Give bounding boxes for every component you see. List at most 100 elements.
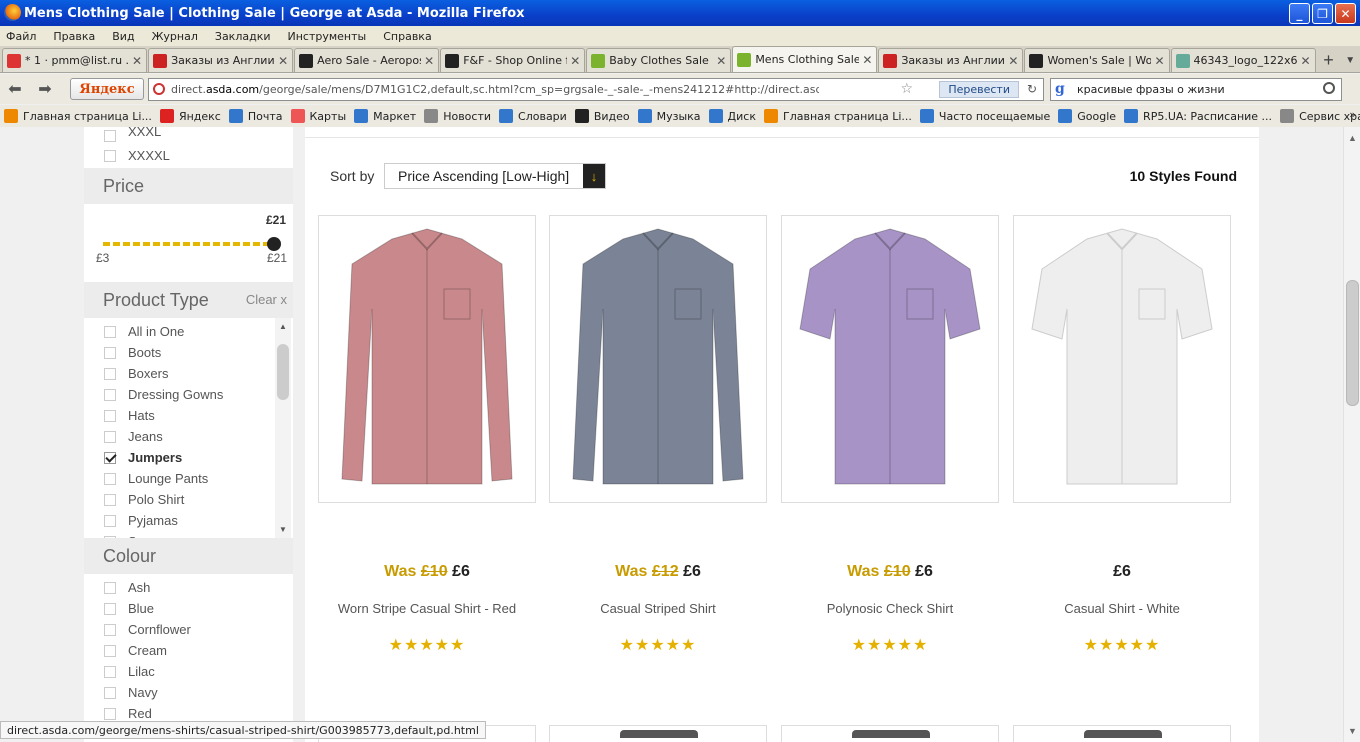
- yandex-button[interactable]: Яндекс: [70, 78, 144, 100]
- close-tab-icon[interactable]: ✕: [1301, 54, 1311, 68]
- scroll-up-icon[interactable]: ▲: [1348, 133, 1357, 143]
- product-image-frame[interactable]: [781, 215, 999, 503]
- back-button[interactable]: ⬅: [0, 77, 30, 101]
- product-type-option[interactable]: Jeans: [84, 426, 293, 447]
- translate-button[interactable]: Перевести: [939, 80, 1019, 98]
- close-tab-icon[interactable]: ✕: [132, 54, 142, 68]
- close-tab-icon[interactable]: ✕: [862, 53, 872, 67]
- checkbox[interactable]: [104, 130, 116, 142]
- checkbox[interactable]: [104, 493, 116, 506]
- bookmark-item[interactable]: Музыка: [637, 109, 701, 123]
- product-image-frame[interactable]: [318, 215, 536, 503]
- bookmark-item[interactable]: Главная страница Li...: [763, 109, 912, 123]
- reload-icon[interactable]: ↻: [1027, 82, 1037, 96]
- page-scrollbar[interactable]: ▲ ▼: [1343, 127, 1360, 742]
- product-type-option[interactable]: Jumpers: [84, 447, 293, 468]
- colour-option[interactable]: Ash: [84, 577, 293, 598]
- product-card-next-row[interactable]: [781, 725, 999, 742]
- product-card-next-row[interactable]: [1013, 725, 1231, 742]
- product-card[interactable]: Was £10 £6 Polynosic Check Shirt ★★★★★: [781, 215, 999, 654]
- search-icon[interactable]: [1323, 81, 1335, 94]
- colour-option[interactable]: Navy: [84, 682, 293, 703]
- tab-1[interactable]: Заказы из Англии... ✕: [148, 48, 294, 72]
- url-bar[interactable]: direct. asda.com/george/sale/mens/D7M1G1C…: [148, 77, 1044, 101]
- checkbox[interactable]: [104, 623, 116, 636]
- scroll-down-icon[interactable]: ▼: [1348, 726, 1357, 736]
- price-slider-handle[interactable]: [267, 237, 281, 251]
- scroll-thumb[interactable]: [277, 344, 289, 400]
- close-window-button[interactable]: ✕: [1335, 3, 1356, 24]
- close-tab-icon[interactable]: ✕: [1154, 54, 1164, 68]
- bookmark-item[interactable]: RP5.UA: Расписание ...: [1124, 109, 1272, 123]
- maximize-button[interactable]: ❐: [1312, 3, 1333, 24]
- product-type-option[interactable]: Scarves: [84, 531, 293, 538]
- colour-option[interactable]: Lilac: [84, 661, 293, 682]
- forward-button[interactable]: ➡: [30, 77, 60, 101]
- tab-8[interactable]: 46343_logo_122x6... ✕: [1170, 48, 1316, 72]
- menu-history[interactable]: Журнал: [152, 30, 198, 43]
- bookmark-item[interactable]: Диск: [708, 109, 756, 123]
- menu-file[interactable]: Файл: [6, 30, 36, 43]
- product-name[interactable]: Casual Striped Shirt: [549, 601, 767, 616]
- bookmark-item[interactable]: Google: [1058, 109, 1116, 123]
- product-type-option[interactable]: Polo Shirt: [84, 489, 293, 510]
- checkbox[interactable]: [104, 409, 116, 422]
- checkbox[interactable]: [104, 388, 116, 401]
- menu-edit[interactable]: Правка: [53, 30, 95, 43]
- bookmark-item[interactable]: Словари: [499, 109, 567, 123]
- checkbox[interactable]: [104, 581, 116, 594]
- close-tab-icon[interactable]: ✕: [570, 54, 580, 68]
- colour-option[interactable]: Cornflower: [84, 619, 293, 640]
- tab-7[interactable]: Women's Sale | Wo... ✕: [1024, 48, 1170, 72]
- menu-tools[interactable]: Инструменты: [288, 30, 367, 43]
- checkbox[interactable]: [104, 472, 116, 485]
- bookmark-item[interactable]: Почта: [228, 109, 283, 123]
- product-image[interactable]: [1027, 219, 1217, 499]
- bookmark-item[interactable]: Главная страница Li...: [4, 109, 152, 123]
- clear-product-type-button[interactable]: Clear x: [246, 292, 287, 307]
- checkbox[interactable]: [104, 367, 116, 380]
- menu-bookmarks[interactable]: Закладки: [215, 30, 271, 43]
- close-tab-icon[interactable]: ✕: [1008, 54, 1018, 68]
- product-card[interactable]: Was £12 £6 Casual Striped Shirt ★★★★★: [549, 215, 767, 654]
- checkbox[interactable]: [104, 346, 116, 359]
- product-type-option[interactable]: All in One: [84, 321, 293, 342]
- scroll-thumb[interactable]: [1346, 280, 1359, 406]
- checkbox[interactable]: [104, 514, 116, 527]
- product-name[interactable]: Polynosic Check Shirt: [781, 601, 999, 616]
- checkbox[interactable]: [104, 707, 116, 720]
- product-type-option[interactable]: Hats: [84, 405, 293, 426]
- close-tab-icon[interactable]: ✕: [278, 54, 288, 68]
- bookmark-star-icon[interactable]: ☆: [900, 81, 913, 97]
- checkbox[interactable]: [104, 325, 116, 338]
- bookmark-item[interactable]: Маркет: [354, 109, 416, 123]
- product-image[interactable]: [795, 219, 985, 499]
- size-option[interactable]: XXXL: [84, 127, 293, 145]
- tab-3[interactable]: F&F - Shop Online f...✕: [440, 48, 586, 72]
- tab-list-arrow-icon[interactable]: ▼: [1340, 48, 1360, 72]
- product-image-frame[interactable]: [1013, 215, 1231, 503]
- price-slider[interactable]: £21 £3 £21: [84, 204, 293, 282]
- tab-5[interactable]: Mens Clothing Sale ...✕: [732, 46, 878, 72]
- minimize-button[interactable]: _: [1289, 3, 1310, 24]
- checkbox[interactable]: [104, 451, 116, 464]
- product-type-option[interactable]: Boxers: [84, 363, 293, 384]
- menu-view[interactable]: Вид: [112, 30, 134, 43]
- bookmark-item[interactable]: Часто посещаемые: [919, 109, 1050, 123]
- google-icon[interactable]: g: [1055, 81, 1071, 97]
- close-tab-icon[interactable]: ✕: [716, 54, 726, 68]
- bookmarks-more-button[interactable]: »: [1349, 108, 1356, 121]
- bookmark-item[interactable]: Новости: [424, 109, 491, 123]
- checkbox[interactable]: [104, 149, 116, 162]
- scroll-up-icon[interactable]: ▲: [278, 322, 288, 331]
- product-type-option[interactable]: Lounge Pants: [84, 468, 293, 489]
- tab-0[interactable]: * 1 · pmm@list.ru ... ✕: [2, 48, 148, 72]
- product-name[interactable]: Casual Shirt - White: [1013, 601, 1231, 616]
- product-type-option[interactable]: Dressing Gowns: [84, 384, 293, 405]
- product-name[interactable]: Worn Stripe Casual Shirt - Red: [318, 601, 536, 616]
- product-image[interactable]: [332, 219, 522, 499]
- close-tab-icon[interactable]: ✕: [424, 54, 434, 68]
- product-card-next-row[interactable]: [549, 725, 767, 742]
- checkbox[interactable]: [104, 430, 116, 443]
- scroll-down-icon[interactable]: ▼: [278, 525, 288, 534]
